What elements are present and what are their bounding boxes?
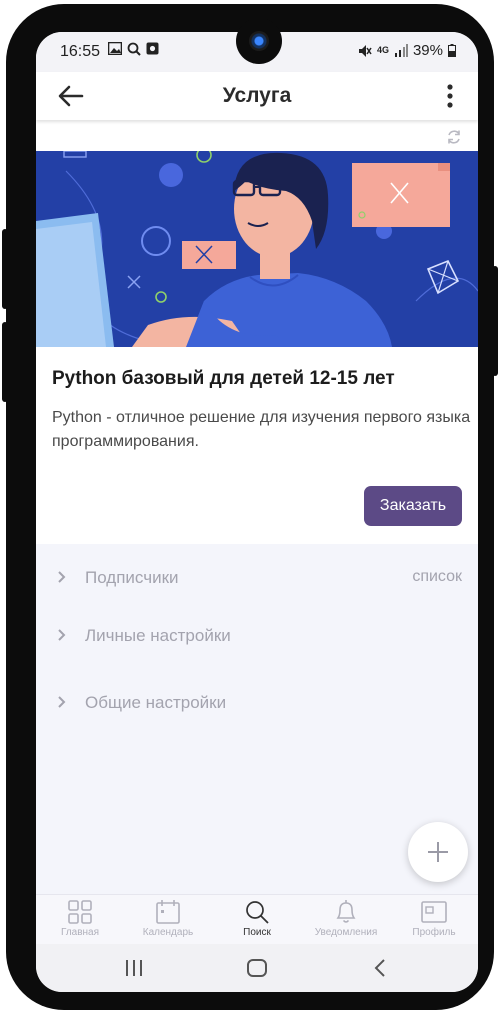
volume-button-2 (2, 322, 8, 402)
service-title: Python базовый для детей 12-15 лет (52, 368, 395, 389)
status-right: 4G 39% (358, 42, 456, 59)
nav-label: Календарь (142, 927, 194, 938)
nav-item-search[interactable]: Поиск (213, 899, 301, 943)
page-title: Услуга (222, 84, 292, 107)
chevron-right-icon (58, 629, 66, 641)
grid-icon (68, 900, 92, 924)
battery-icon (448, 44, 456, 57)
nav-item-calendar[interactable]: Календарь (124, 899, 212, 943)
course-banner-image (36, 151, 478, 347)
recent-apps-icon[interactable] (123, 958, 145, 978)
refresh-icon[interactable] (446, 129, 462, 145)
image-icon (108, 42, 122, 55)
bell-icon (336, 900, 356, 923)
chevron-right-icon (58, 571, 66, 583)
bottom-navigation: Главная Календарь Поиск Уведомления Проф… (36, 894, 478, 944)
nav-item-home[interactable]: Главная (36, 899, 124, 943)
list-item-label: Общие настройки (85, 693, 227, 712)
power-button (492, 266, 498, 376)
list-item-label: Подписчики (85, 568, 179, 587)
nav-label: Профиль (412, 927, 456, 938)
content-area: Python базовый для детей 12-15 лет Pytho… (36, 120, 478, 894)
app-status-icon (146, 42, 159, 55)
front-camera (236, 18, 282, 64)
list-item-personal-settings[interactable]: Личные настройки (36, 616, 478, 656)
nav-label: Уведомления (314, 927, 378, 938)
screen: 16:55 4G 39% Услуга Python базовый для д… (36, 32, 478, 992)
home-icon[interactable] (246, 958, 268, 978)
profile-icon (421, 901, 447, 923)
back-nav-icon[interactable] (370, 958, 392, 978)
nav-item-profile[interactable]: Профиль (390, 899, 478, 943)
nav-label: Главная (60, 927, 100, 938)
service-card: Python базовый для детей 12-15 лет Pytho… (36, 120, 478, 544)
order-button[interactable]: Заказать (364, 486, 462, 526)
service-description: Python - отличное решение для изучения п… (52, 409, 471, 450)
calendar-icon (156, 900, 180, 924)
system-navigation-bar (36, 944, 478, 992)
phone-frame: 16:55 4G 39% Услуга Python базовый для д… (2, 4, 498, 1010)
battery-level: 39% (412, 42, 443, 59)
chevron-right-icon (58, 696, 66, 708)
mute-icon (358, 44, 372, 57)
network-type: 4G (376, 45, 389, 55)
list-item-subscribers[interactable]: Подписчики список (36, 558, 478, 598)
signal-icon (394, 44, 408, 57)
search-icon (246, 901, 269, 924)
status-time: 16:55 (60, 43, 101, 60)
list-item-general-settings[interactable]: Общие настройки (36, 683, 478, 723)
more-options-button[interactable] (440, 82, 460, 110)
list-item-value: список (412, 568, 462, 585)
search-status-icon (127, 42, 141, 56)
list-item-label: Личные настройки (85, 626, 231, 645)
nav-label: Поиск (243, 927, 271, 938)
nav-item-notifications[interactable]: Уведомления (302, 899, 390, 943)
notification-icons (108, 42, 159, 56)
volume-button (2, 229, 8, 309)
app-bar: Услуга (36, 72, 478, 120)
add-button[interactable] (408, 822, 468, 882)
